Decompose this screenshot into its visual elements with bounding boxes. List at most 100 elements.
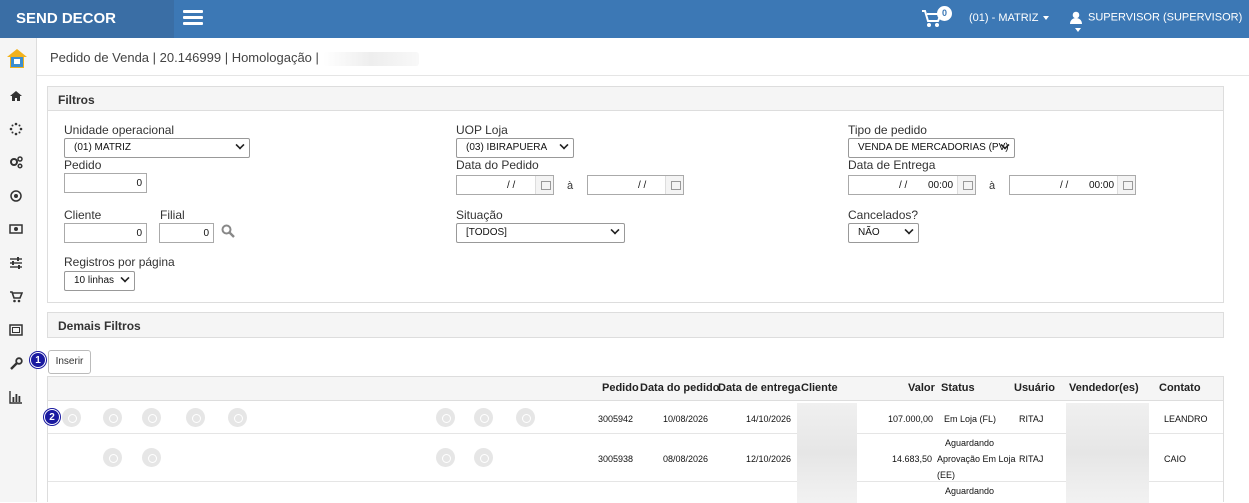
table-row: 3005942 10/08/2026 14/10/2026 107.000,00… xyxy=(48,401,1223,434)
user-dropdown[interactable]: SUPERVISOR (SUPERVISOR) xyxy=(1070,11,1249,36)
data-entrega-cell: 14/10/2026 xyxy=(746,414,792,424)
status-cell: Aguardando xyxy=(945,486,995,496)
col-contato[interactable]: Contato xyxy=(1159,382,1201,394)
data-pedido-start-input[interactable]: / / xyxy=(456,175,554,195)
cliente-label: Cliente xyxy=(64,208,102,222)
pedido-cell: 3005942 xyxy=(598,414,634,424)
hamburger-menu-icon[interactable] xyxy=(183,10,203,26)
col-usuario[interactable]: Usuário xyxy=(1014,382,1055,394)
status-cell: Aprovação Em Loja xyxy=(937,454,1016,464)
cancelados-select[interactable]: NÃO xyxy=(848,223,919,243)
contato-cell: CAIO xyxy=(1164,454,1187,464)
usuario-cell: RITAJ xyxy=(1019,454,1044,464)
data-entrega-start-input[interactable]: / /00:00 xyxy=(848,175,976,195)
pedido-label: Pedido xyxy=(64,158,102,172)
app-logo-icon[interactable] xyxy=(6,48,28,70)
col-data-pedido[interactable]: Data do pedido xyxy=(640,382,719,394)
bar-chart-icon[interactable] xyxy=(9,390,23,404)
data-entrega-end-input[interactable]: / /00:00 xyxy=(1009,175,1136,195)
cart-icon[interactable] xyxy=(9,290,23,304)
date-range-separator: à xyxy=(989,180,996,192)
filial-label: Filial xyxy=(160,208,185,222)
edit-icon[interactable] xyxy=(62,408,81,427)
col-status[interactable]: Status xyxy=(941,382,975,394)
cancelados-label: Cancelados? xyxy=(848,208,919,222)
col-cliente[interactable]: Cliente xyxy=(801,382,838,394)
dollar-icon[interactable] xyxy=(474,448,493,467)
tipo-select[interactable]: VENDA DE MERCADORIAS (PV) xyxy=(848,138,1015,158)
orders-table: Pedido Data do pedido Data de entrega Cl… xyxy=(47,376,1224,503)
wrench-icon[interactable] xyxy=(9,357,23,371)
status-cell: Em Loja (FL) xyxy=(944,414,997,424)
redacted-vendedor xyxy=(1066,403,1149,503)
search-icon[interactable] xyxy=(221,224,235,238)
data-pedido-label: Data do Pedido xyxy=(456,158,539,172)
table-row: Aguardando xyxy=(48,482,1223,503)
registros-select[interactable]: 10 linhas xyxy=(64,271,135,291)
tipo-value: VENDA DE MERCADORIAS (PV) xyxy=(858,142,1009,153)
chevron-down-icon xyxy=(235,140,245,150)
spinner-icon[interactable] xyxy=(9,122,23,136)
dollar-icon[interactable] xyxy=(474,408,493,427)
top-bar: SEND DECOR 0 (01) - MATRIZ SUPERVISOR (S… xyxy=(0,0,1249,38)
data-pedido-cell: 08/08/2026 xyxy=(663,454,709,464)
pedido-input[interactable]: 0 xyxy=(64,173,147,193)
date-range-separator: à xyxy=(567,180,574,192)
user-icon xyxy=(1070,11,1082,24)
col-vendedor[interactable]: Vendedor(es) xyxy=(1069,382,1139,394)
history-icon[interactable] xyxy=(142,448,161,467)
insert-button[interactable]: Inserir xyxy=(48,350,91,374)
uop-label: UOP Loja xyxy=(456,123,508,137)
usuario-cell: RITAJ xyxy=(1019,414,1044,424)
situacao-select[interactable]: [TODOS] xyxy=(456,223,625,243)
calendar-icon[interactable] xyxy=(665,176,683,194)
calendar-icon[interactable] xyxy=(957,176,975,194)
col-data-entrega[interactable]: Data de entrega xyxy=(718,382,801,394)
list-icon[interactable] xyxy=(186,408,205,427)
brand-logo[interactable]: SEND DECOR xyxy=(0,0,174,38)
tipo-label: Tipo de pedido xyxy=(848,123,927,137)
target-icon[interactable] xyxy=(9,189,23,203)
gears-icon[interactable] xyxy=(9,155,23,169)
chevron-down-icon xyxy=(904,225,914,235)
cancel-icon[interactable] xyxy=(436,448,455,467)
uop-select[interactable]: (03) IBIRAPUERA xyxy=(456,138,574,158)
chevron-down-icon xyxy=(1043,16,1050,21)
redacted-text xyxy=(322,51,419,66)
unidade-value: (01) MATRIZ xyxy=(74,142,132,153)
money-icon[interactable] xyxy=(9,222,23,236)
registros-label: Registros por página xyxy=(64,255,175,269)
data-entrega-cell: 12/10/2026 xyxy=(746,454,792,464)
filters-panel-title: Filtros xyxy=(48,87,1223,111)
col-pedido[interactable]: Pedido xyxy=(602,382,639,394)
data-pedido-end-input[interactable]: / / xyxy=(587,175,684,195)
col-valor[interactable]: Valor xyxy=(908,382,935,394)
note-icon[interactable] xyxy=(516,408,535,427)
history-icon[interactable] xyxy=(142,408,161,427)
cart-count-badge: 0 xyxy=(937,6,952,21)
sliders-icon[interactable] xyxy=(9,256,23,270)
demais-filtros-panel[interactable]: Demais Filtros xyxy=(47,312,1224,338)
unidade-label: Unidade operacional xyxy=(64,123,175,137)
list-icon[interactable] xyxy=(228,408,247,427)
cliente-input[interactable]: 0 xyxy=(64,223,147,243)
calendar-icon[interactable] xyxy=(535,176,553,194)
picture-icon[interactable] xyxy=(9,323,23,337)
chevron-down-icon xyxy=(120,273,130,283)
breadcrumb: Pedido de Venda | 20.146999 | Homologaçã… xyxy=(37,38,1249,76)
home-icon[interactable] xyxy=(9,89,23,103)
uop-value: (03) IBIRAPUERA xyxy=(466,142,548,153)
demais-filtros-title[interactable]: Demais Filtros xyxy=(48,313,1223,337)
cancelados-value: NÃO xyxy=(858,227,880,238)
calendar-icon[interactable] xyxy=(1117,176,1135,194)
unidade-select[interactable]: (01) MATRIZ xyxy=(64,138,250,158)
cancel-icon[interactable] xyxy=(436,408,455,427)
search-icon[interactable] xyxy=(103,408,122,427)
chevron-down-icon xyxy=(559,140,569,150)
branch-dropdown[interactable]: (01) - MATRIZ xyxy=(969,12,1050,24)
branch-label: (01) - MATRIZ xyxy=(969,12,1039,24)
filial-input[interactable]: 0 xyxy=(159,223,214,243)
pedido-cell: 3005938 xyxy=(598,454,634,464)
valor-cell: 107.000,00 xyxy=(888,414,934,424)
search-icon[interactable] xyxy=(103,448,122,467)
